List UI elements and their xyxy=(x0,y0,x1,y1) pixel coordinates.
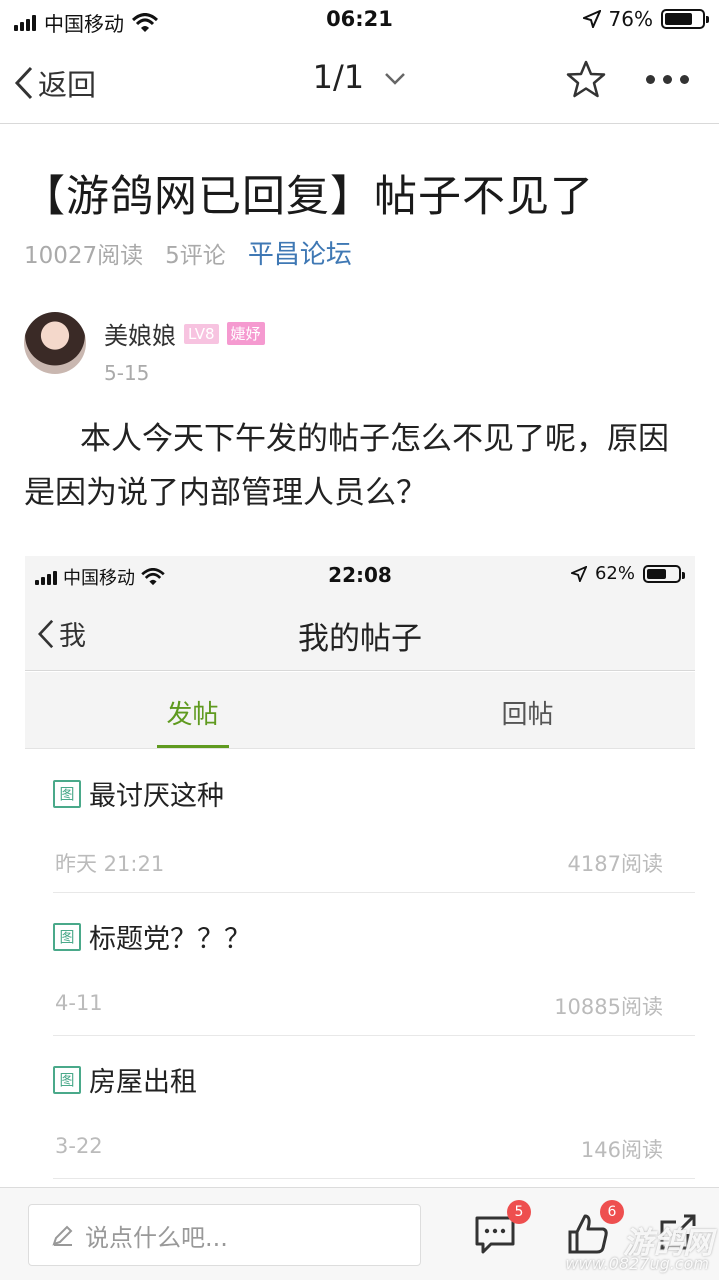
article-meta: 10027阅读 5评论 平昌论坛 xyxy=(24,234,352,271)
list-item: 图 房屋出租 3-22 146阅读 xyxy=(53,1036,695,1179)
post-reads: 10885阅读 xyxy=(554,995,663,1019)
list-item: 图 标题党？？？ 4-11 10885阅读 xyxy=(53,893,695,1036)
status-right: 76% xyxy=(582,7,709,31)
comment-count-badge: 5 xyxy=(507,1200,531,1224)
post-date: 4-11 xyxy=(55,991,103,1015)
embedded-tabs: 发帖 回帖 xyxy=(25,672,695,749)
author-block: 美娘娘 LV8 婕妤 5-15 xyxy=(24,312,265,385)
embedded-screenshot[interactable]: 中国移动 22:08 62% 我 我的帖子 发帖 回帖 图 最讨厌这种 昨天 2… xyxy=(25,556,695,1181)
author-name[interactable]: 美娘娘 xyxy=(104,316,176,351)
image-tag-icon: 图 xyxy=(53,922,81,951)
star-icon[interactable] xyxy=(566,60,606,98)
tab-replies: 回帖 xyxy=(501,700,554,730)
level-badge: LV8 xyxy=(184,323,219,344)
embedded-status-bar: 中国移动 22:08 62% xyxy=(25,556,695,596)
tab-posts: 发帖 xyxy=(25,672,360,748)
post-reads: 146阅读 xyxy=(580,1138,663,1162)
article-body: 本人今天下午发的帖子怎么不见了呢，原因是因为说了内部管理人员么？ xyxy=(24,421,669,511)
status-bar: 中国移动 06:21 76% xyxy=(0,0,719,40)
post-date: 5-15 xyxy=(104,361,150,385)
post-title-row: 图 最讨厌这种 xyxy=(53,774,224,813)
embedded-status-right: 62% xyxy=(570,563,685,584)
post-title-row: 图 房屋出租 xyxy=(53,1060,197,1099)
article-title: 【游鸽网已回复】帖子不见了 xyxy=(22,172,594,222)
post-title: 房屋出租 xyxy=(89,1067,197,1098)
author-info: 美娘娘 LV8 婕妤 5-15 xyxy=(104,312,265,385)
avatar[interactable] xyxy=(24,312,86,374)
post-date: 3-22 xyxy=(55,1134,103,1158)
post-reads: 4187阅读 xyxy=(567,852,663,876)
author-name-row: 美娘娘 LV8 婕妤 xyxy=(104,316,265,351)
post-date: 昨天 21:21 xyxy=(55,852,165,876)
image-tag-icon: 图 xyxy=(53,779,81,808)
watermark-url: www.0827ug.com xyxy=(565,1254,709,1273)
read-count: 10027阅读 xyxy=(24,242,144,269)
location-arrow-icon xyxy=(582,10,601,28)
post-title-row: 图 标题党？？？ xyxy=(53,917,251,956)
location-arrow-icon xyxy=(570,565,587,582)
comment-placeholder: 说点什么吧... xyxy=(85,1223,228,1252)
forum-link[interactable]: 平昌论坛 xyxy=(248,234,352,271)
battery-icon xyxy=(661,9,709,29)
more-icon[interactable] xyxy=(646,74,689,84)
embedded-post-list: 图 最讨厌这种 昨天 21:21 4187阅读 图 标题党？？？ 4-11 10… xyxy=(25,750,695,1179)
embedded-page-title: 我的帖子 xyxy=(298,621,422,657)
post-title: 标题党？？？ xyxy=(89,924,251,955)
page-indicator: 1/1 xyxy=(312,58,365,96)
comment-button[interactable]: 5 xyxy=(473,1200,531,1256)
embedded-battery-percent: 62% xyxy=(594,563,635,584)
embedded-nav-bar: 我 我的帖子 xyxy=(25,596,695,671)
battery-icon xyxy=(643,564,685,583)
post-title: 最讨厌这种 xyxy=(89,781,224,812)
like-button[interactable]: 6 xyxy=(566,1200,624,1256)
image-tag-icon: 图 xyxy=(53,1065,81,1094)
chevron-down-icon xyxy=(385,73,406,85)
comment-count: 5评论 xyxy=(165,242,226,269)
like-count-badge: 6 xyxy=(600,1200,624,1224)
nav-bar: 返回 1/1 xyxy=(0,40,719,124)
battery-percent: 76% xyxy=(608,7,653,31)
honor-badge: 婕妤 xyxy=(226,322,265,345)
nav-actions xyxy=(566,60,689,98)
pencil-icon xyxy=(52,1225,73,1246)
list-item: 图 最讨厌这种 昨天 21:21 4187阅读 xyxy=(53,750,695,893)
comment-input[interactable]: 说点什么吧... xyxy=(28,1204,421,1266)
